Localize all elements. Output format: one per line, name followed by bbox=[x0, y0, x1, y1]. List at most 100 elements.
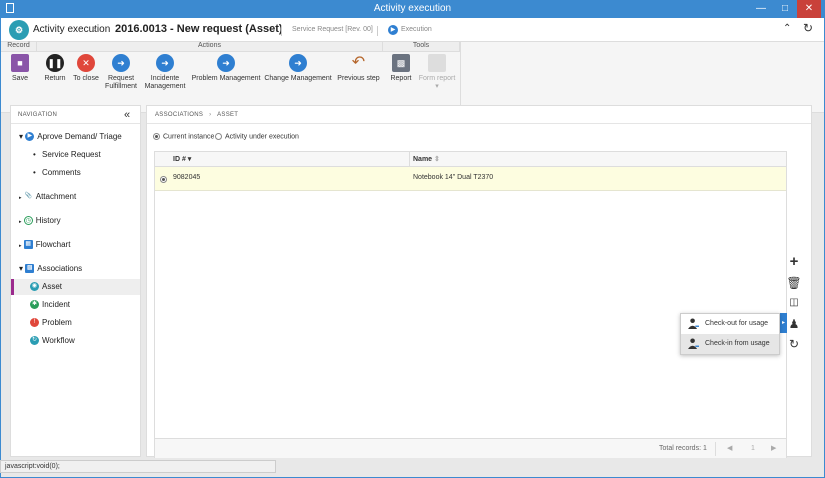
nav-flowchart[interactable]: ▸ ▦ Flowchart bbox=[11, 237, 140, 253]
user-checkin-icon[interactable]: ♟ bbox=[786, 316, 802, 332]
nav-incident[interactable]: ✱ Incident bbox=[11, 297, 140, 313]
nav-history[interactable]: ▸ ◷ History bbox=[11, 213, 140, 229]
status-bar: javascript:void(0); bbox=[0, 460, 276, 473]
row-select-radio[interactable] bbox=[160, 176, 167, 184]
maximize-button[interactable]: □ bbox=[773, 0, 797, 18]
column-header-name[interactable]: Name ⇕ bbox=[410, 152, 786, 167]
arrow-right-icon: ➜ bbox=[112, 54, 130, 72]
app-name: Activity execution bbox=[33, 24, 111, 35]
nav-service-request[interactable]: • Service Request bbox=[11, 147, 140, 163]
cell-id: 9082045 bbox=[173, 174, 201, 181]
refresh-icon[interactable]: ↻ bbox=[803, 21, 813, 35]
activity-execution-radio[interactable]: Activity under execution bbox=[215, 133, 299, 140]
add-icon[interactable]: + bbox=[786, 254, 802, 270]
save-button[interactable]: ■ Save bbox=[5, 54, 35, 83]
radio-selected-icon bbox=[153, 133, 160, 140]
arrow-right-icon: ➜ bbox=[156, 54, 174, 72]
collapse-panel-icon[interactable]: « bbox=[124, 109, 130, 121]
chevron-right-icon: › bbox=[209, 112, 212, 118]
pause-icon: ❚❚ bbox=[46, 54, 64, 72]
status-text: Execution bbox=[401, 26, 432, 33]
expand-caret-icon: ▸ bbox=[19, 219, 22, 225]
content-panel: ASSOCIATIONS › ASSET Current instance Ac… bbox=[146, 105, 812, 458]
to-close-button[interactable]: ✕ To close bbox=[71, 54, 101, 83]
associations-icon: ▩ bbox=[25, 264, 35, 274]
close-window-button[interactable]: ✕ bbox=[797, 0, 821, 18]
refresh-list-icon[interactable]: ↻ bbox=[786, 336, 802, 352]
group-tools-label: Tools bbox=[383, 42, 460, 52]
user-checkout-icon bbox=[688, 318, 699, 329]
arrow-right-icon: ➜ bbox=[217, 54, 235, 72]
radio-empty-icon bbox=[215, 133, 222, 140]
trash-icon[interactable]: 🗑 bbox=[786, 275, 802, 291]
nav-workflow[interactable]: ↻ Workflow bbox=[11, 333, 140, 349]
asset-grid: ID # ▾ Name ⇕ 9082045 Notebook 14" Dual … bbox=[154, 151, 787, 458]
expand-caret-icon: ▸ bbox=[19, 195, 22, 201]
floppy-icon: ■ bbox=[11, 54, 29, 72]
minimize-button[interactable]: — bbox=[749, 0, 773, 18]
sort-desc-icon: ▾ bbox=[187, 156, 192, 163]
nav-attachment[interactable]: ▸ 📎 Attachment bbox=[11, 189, 140, 205]
navigation-title: NAVIGATION bbox=[11, 106, 140, 124]
request-fulfillment-button[interactable]: ➜ Request Fulfillment bbox=[103, 54, 139, 91]
nav-associations[interactable]: ▾ ▩ Associations bbox=[11, 261, 140, 277]
form-report-button[interactable]: Form report ▾ bbox=[417, 54, 457, 91]
dropdown-arrow-icon: ▾ bbox=[435, 83, 439, 90]
problem-management-button[interactable]: ➜ Problem Management bbox=[191, 54, 261, 83]
record-title: 2016.0013 - New request (Asset) bbox=[115, 23, 283, 35]
return-button[interactable]: ❚❚ Return bbox=[40, 54, 70, 83]
user-checkin-icon bbox=[688, 338, 699, 349]
workflow-icon: ↻ bbox=[30, 336, 39, 346]
execution-status-icon: ▶ bbox=[388, 25, 398, 35]
nav-problem[interactable]: ! Problem bbox=[11, 315, 140, 331]
window-title: Activity execution bbox=[373, 3, 452, 14]
page-number: 1 bbox=[751, 445, 755, 452]
checkout-menu: Check-out for usage Check-in from usage bbox=[680, 313, 780, 355]
arrow-right-icon: ➜ bbox=[289, 54, 307, 72]
flowchart-icon: ▦ bbox=[23, 240, 33, 250]
group-actions-label: Actions bbox=[37, 42, 383, 52]
checkin-menu-item[interactable]: Check-in from usage bbox=[681, 334, 779, 354]
app-logo-icon: ⚙ bbox=[9, 20, 29, 40]
total-records: Total records: 1 bbox=[659, 445, 707, 452]
nav-asset[interactable]: ◉ Asset bbox=[11, 279, 140, 295]
change-management-button[interactable]: ➜ Change Management bbox=[264, 54, 332, 83]
breadcrumb: ASSOCIATIONS › ASSET bbox=[147, 106, 811, 124]
incident-icon: ✱ bbox=[30, 300, 39, 310]
expand-caret-icon: ▾ bbox=[19, 264, 24, 273]
problem-icon: ! bbox=[30, 318, 39, 328]
process-name: Service Request [Rev. 00] bbox=[292, 26, 373, 33]
incident-management-button[interactable]: ➜ Incidente Management bbox=[144, 54, 186, 91]
previous-step-button[interactable]: ↶ Previous step bbox=[336, 54, 381, 83]
window-titlebar: Activity execution — □ ✕ bbox=[0, 0, 825, 18]
table-row[interactable]: 9082045 Notebook 14" Dual T2370 bbox=[155, 167, 786, 191]
nav-comments[interactable]: • Comments bbox=[11, 165, 140, 181]
toolbar: Record Actions Tools ■ Save ❚❚ Return ✕ … bbox=[1, 42, 824, 113]
nav-aprove-demand[interactable]: ▾ ▶ Aprove Demand/ Triage bbox=[11, 129, 140, 145]
asset-icon: ◉ bbox=[30, 282, 39, 292]
paperclip-icon: 📎 bbox=[24, 193, 32, 200]
cell-name: Notebook 14" Dual T2370 bbox=[413, 174, 494, 181]
expand-caret-icon: ▸ bbox=[19, 243, 22, 249]
printer-icon: ▩ bbox=[392, 54, 410, 72]
collapse-icon[interactable]: ⌃ bbox=[783, 23, 791, 34]
prev-page-icon[interactable]: ◀ bbox=[727, 444, 732, 452]
form-icon bbox=[428, 54, 446, 72]
record-header: ⚙ Activity execution › 2016.0013 - New r… bbox=[1, 18, 824, 42]
expand-caret-icon: ▾ bbox=[19, 132, 24, 141]
report-button[interactable]: ▩ Report bbox=[387, 54, 415, 83]
view-record-icon[interactable]: ◫ bbox=[786, 295, 802, 311]
undo-arrow-icon: ↶ bbox=[351, 54, 366, 71]
next-page-icon[interactable]: ▶ bbox=[771, 444, 776, 452]
x-circle-icon: ✕ bbox=[77, 54, 95, 72]
column-header-id[interactable]: ID # ▾ bbox=[155, 152, 410, 167]
clock-icon: ◷ bbox=[23, 216, 33, 226]
sort-icon: ⇕ bbox=[434, 156, 440, 163]
chevron-right-icon: › bbox=[93, 24, 97, 35]
play-circle-icon: ▶ bbox=[25, 132, 35, 142]
grid-footer: Total records: 1 ◀ 1 ▶ bbox=[155, 438, 786, 458]
current-instance-radio[interactable]: Current instance bbox=[153, 133, 214, 140]
menu-pointer-icon: ▸ bbox=[780, 313, 787, 333]
checkout-menu-item[interactable]: Check-out for usage bbox=[681, 314, 779, 334]
navigation-panel: NAVIGATION « ▾ ▶ Aprove Demand/ Triage • … bbox=[10, 105, 141, 457]
